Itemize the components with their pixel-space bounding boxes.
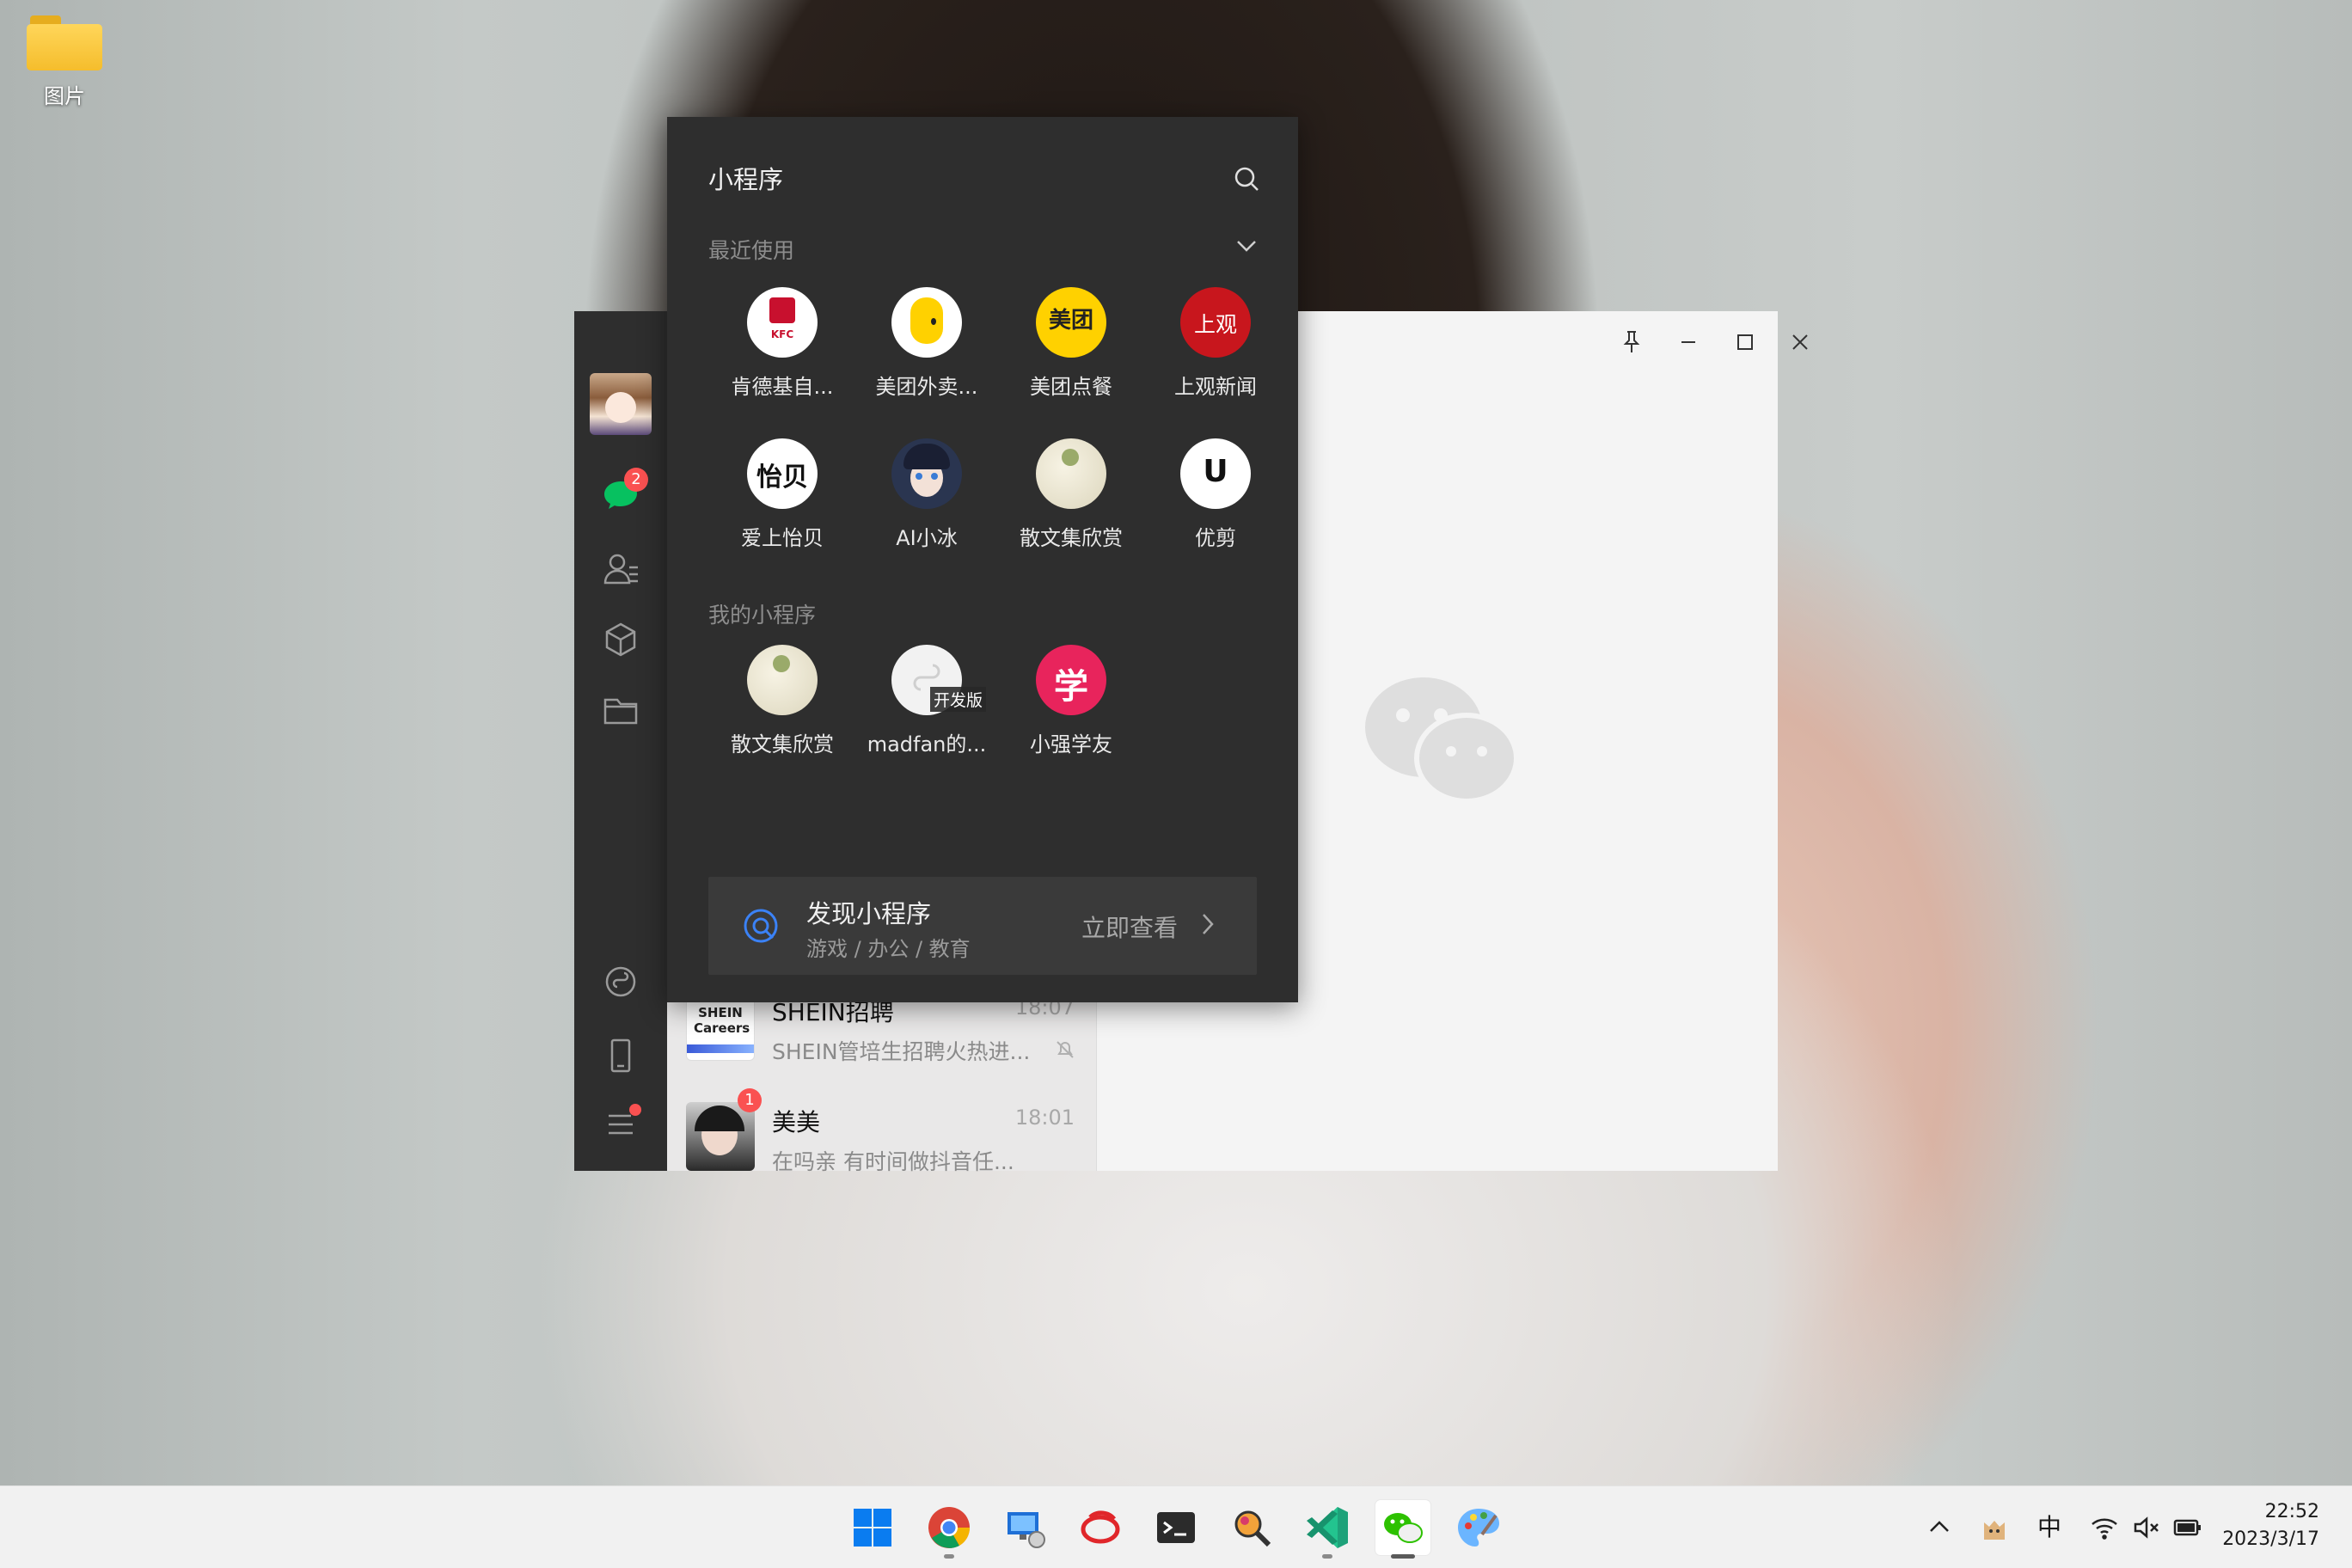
chat-name: 美美 [772, 1108, 821, 1136]
mini-program-item[interactable]: 学 小强学友 [999, 645, 1143, 757]
shangguan-news-icon: 上观 [1180, 287, 1251, 358]
clock[interactable]: 22:52 2023/3/17 [2222, 1498, 2319, 1553]
chat-item[interactable]: 1 美美 18:01 在吗亲 有时间做抖音任... [667, 1083, 1097, 1195]
contacts-icon[interactable] [600, 548, 641, 590]
dev-version-tag: 开发版 [929, 687, 986, 712]
prose-icon [747, 645, 818, 715]
mini-program-item[interactable]: KFC 肯德基自... [710, 287, 854, 400]
taskbar: 中 22:52 2023/3/17 [0, 1485, 2352, 1568]
mute-bell-icon [1054, 1038, 1076, 1064]
mini-program-item[interactable]: U 优剪 [1143, 438, 1288, 551]
meituan-waimai-icon [891, 287, 962, 358]
mini-program-item[interactable]: 散文集欣赏 [710, 645, 854, 757]
chevron-right-icon [1193, 910, 1222, 942]
clock-time: 22:52 [2264, 1501, 2319, 1522]
kfc-icon: KFC [747, 287, 818, 358]
chat-preview: 在吗亲 有时间做抖音任... [772, 1149, 1014, 1174]
mine-section-label: 我的小程序 [708, 603, 817, 628]
xiaoqiang-icon: 学 [1036, 645, 1106, 715]
mini-program-item[interactable]: 美团 美团点餐 [999, 287, 1143, 400]
maximize-icon[interactable] [1724, 322, 1766, 363]
chat-unread-badge: 2 [624, 468, 648, 492]
mini-program-item[interactable]: AI小冰 [854, 438, 999, 551]
menu-icon[interactable] [600, 1104, 641, 1145]
view-now-link[interactable]: 立即查看 [1081, 910, 1178, 944]
folder-icon [27, 12, 102, 70]
discover-title: 发现小程序 [806, 899, 932, 928]
close-icon[interactable] [1779, 322, 1821, 363]
meituan-icon: 美团 [1036, 287, 1106, 358]
tray-chevron-up-icon[interactable] [1922, 1510, 1957, 1545]
discover-mini-programs-banner[interactable]: 发现小程序 游戏 / 办公 / 教育 立即查看 [708, 877, 1257, 975]
recent-section-label: 最近使用 [708, 238, 795, 263]
paint-icon[interactable] [1451, 1500, 1506, 1555]
magnifier-tool-icon[interactable] [1224, 1500, 1279, 1555]
search-icon[interactable] [1229, 162, 1264, 196]
chevron-down-icon[interactable] [1229, 229, 1264, 263]
discover-subtitle: 游戏 / 办公 / 教育 [806, 937, 971, 961]
ai-xiaobing-icon [891, 438, 962, 509]
wifi-icon[interactable] [2087, 1510, 2122, 1545]
chat-icon[interactable]: 2 [600, 468, 648, 516]
vscode-icon[interactable] [1300, 1500, 1355, 1559]
youjian-icon: U [1180, 438, 1251, 509]
chat-time: 18:01 [1014, 1106, 1075, 1130]
unread-badge: 1 [738, 1088, 762, 1112]
mini-program-item[interactable]: 开发版 madfan的... [854, 645, 999, 757]
mini-program-panel: 小程序 最近使用 KFC 肯德基自... 美团外卖... 美团 美团点餐 上观 … [667, 117, 1298, 1002]
clock-date: 2023/3/17 [2222, 1528, 2319, 1550]
mini-program-box-icon[interactable] [600, 619, 641, 660]
chat-preview: SHEIN管培生招聘火热进... [772, 1039, 1031, 1064]
menu-notification-dot [629, 1104, 641, 1116]
mini-program-item[interactable]: 上观 上观新闻 [1143, 287, 1288, 400]
files-folder-icon[interactable] [600, 689, 641, 731]
start-icon[interactable] [845, 1500, 900, 1555]
chat-avatar: SHEIN Careers [686, 992, 755, 1061]
wechat-taskbar-icon[interactable] [1375, 1500, 1430, 1559]
wechat-sidebar: 2 [574, 311, 667, 1171]
remote-desktop-icon[interactable] [997, 1500, 1052, 1555]
panel-title: 小程序 [708, 165, 784, 194]
mini-program-icon[interactable] [600, 961, 641, 1002]
mini-program-item[interactable]: 散文集欣赏 [999, 438, 1143, 551]
tray-app-icon[interactable] [1977, 1510, 2012, 1545]
volume-muted-icon[interactable] [2128, 1510, 2163, 1545]
phone-icon[interactable] [600, 1035, 641, 1076]
prose-icon [1036, 438, 1106, 509]
avatar[interactable] [590, 373, 652, 435]
terminal-icon[interactable] [1148, 1500, 1204, 1555]
netease-music-icon[interactable] [1073, 1500, 1128, 1555]
chat-avatar [686, 1102, 755, 1171]
desktop-icon-pictures[interactable]: 图片 [17, 12, 112, 109]
ime-indicator[interactable]: 中 [2032, 1510, 2067, 1545]
desktop-icon-label: 图片 [44, 84, 85, 108]
wechat-logo-icon [1355, 672, 1527, 813]
pin-icon[interactable] [1611, 322, 1652, 363]
yibei-icon: 怡贝 [747, 438, 818, 509]
battery-icon[interactable] [2170, 1510, 2204, 1545]
chrome-icon[interactable] [922, 1500, 977, 1559]
mini-program-item[interactable]: 美团外卖... [854, 287, 999, 400]
minimize-icon[interactable] [1668, 322, 1709, 363]
discover-icon [739, 904, 782, 951]
mini-program-item[interactable]: 怡贝 爱上怡贝 [710, 438, 854, 551]
